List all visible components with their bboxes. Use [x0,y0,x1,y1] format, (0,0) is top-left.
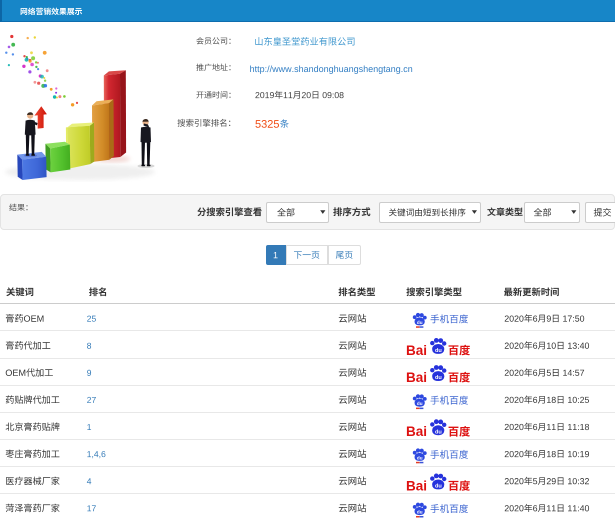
svg-text:du: du [417,455,423,460]
svg-text:Bai: Bai [406,478,427,493]
svg-text:du: du [435,348,442,354]
svg-text:du: du [417,401,423,406]
svg-text:Bai: Bai [406,370,427,385]
svg-text:du: du [435,429,442,435]
svg-text:du: du [417,510,423,515]
svg-text:Bai: Bai [406,424,427,439]
svg-text:Bai: Bai [406,343,427,358]
svg-text:du: du [417,320,423,325]
svg-text:du: du [435,375,442,381]
svg-text:du: du [435,484,442,490]
